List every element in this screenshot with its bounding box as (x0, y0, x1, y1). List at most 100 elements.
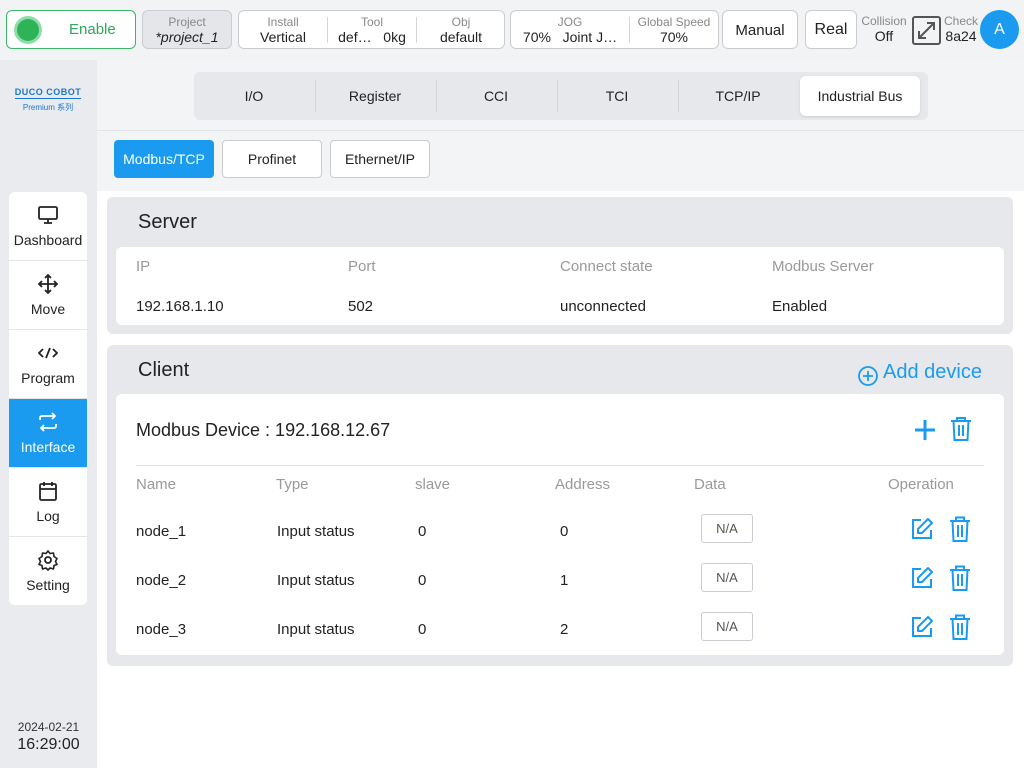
trash-icon[interactable] (948, 613, 972, 641)
tool-value: def… 0kg (328, 29, 416, 46)
table-row: node_3 Input status 0 2 N/A (116, 606, 1004, 655)
global-speed-cell[interactable]: Global Speed 70% (630, 11, 718, 46)
install-cell[interactable]: Install Vertical (239, 11, 327, 46)
tool-name: def… (338, 29, 372, 45)
logo: DUCO COBOT Premium 系列 (8, 82, 88, 113)
collision-label: Collision (861, 14, 907, 28)
table-row: node_1 Input status 0 0 N/A (116, 508, 1004, 557)
server-header-modbus-server: Modbus Server (772, 258, 874, 275)
sidebar-item-dashboard[interactable]: Dashboard (9, 192, 87, 261)
system-datetime: 2024-02-21 16:29:00 (0, 720, 97, 754)
sidebar-item-label: Interface (20, 439, 76, 455)
tab-tcp-ip[interactable]: TCP/IP (678, 76, 798, 116)
edit-icon[interactable] (909, 565, 935, 591)
server-ip-value: 192.168.1.10 (136, 298, 224, 315)
sidebar-item-label: Setting (26, 577, 70, 593)
sidebar-item-move[interactable]: Move (9, 261, 87, 330)
check-label: Check (943, 14, 978, 28)
tab-tci[interactable]: TCI (557, 76, 677, 116)
table-row: node_2 Input status 0 1 N/A (116, 557, 1004, 606)
project-value: *project_1 (155, 29, 219, 45)
subtab-modbus-tcp[interactable]: Modbus/TCP (114, 140, 214, 178)
install-tool-obj-panel[interactable]: Install Vertical Tool def… 0kg Obj defau… (238, 10, 505, 49)
jog-speed-panel[interactable]: JOG 70% Joint J… Global Speed 70% (510, 10, 719, 49)
jog-cell[interactable]: JOG 70% Joint J… (511, 11, 629, 46)
system-time: 16:29:00 (17, 736, 80, 753)
enable-label: Enable (69, 21, 116, 38)
manual-mode-button[interactable]: Manual (722, 10, 798, 49)
tab-register[interactable]: Register (315, 76, 435, 116)
sidebar-item-label: Program (21, 370, 75, 386)
col-header-slave: slave (415, 476, 451, 493)
server-info-card: IP Port Connect state Modbus Server 192.… (116, 247, 1004, 325)
project-selector[interactable]: Project *project_1 (142, 10, 232, 49)
node-address: 1 (560, 572, 569, 589)
tool-cell[interactable]: Tool def… 0kg (328, 11, 416, 46)
node-slave: 0 (418, 523, 427, 540)
server-title: Server (138, 211, 197, 233)
server-connect-state-value: unconnected (560, 298, 646, 315)
divider (136, 465, 984, 466)
gear-icon (9, 549, 87, 571)
global-speed-label: Global Speed (637, 15, 711, 29)
node-type: Input status (277, 572, 355, 589)
expand-icon[interactable] (912, 16, 941, 45)
node-data-value: N/A (701, 514, 753, 543)
server-header-port: Port (348, 258, 376, 275)
node-data-value: N/A (701, 563, 753, 592)
sidebar-item-program[interactable]: Program (9, 330, 87, 399)
node-name: node_2 (136, 572, 187, 589)
add-circle-icon (857, 365, 879, 387)
top-bar: Enable Project *project_1 Install Vertic… (0, 0, 1024, 60)
modbus-content: Server IP Port Connect state Modbus Serv… (97, 191, 1024, 768)
modbus-device-card: Modbus Device : 192.168.12.67 Name Type … (116, 394, 1004, 655)
col-header-data: Data (694, 476, 726, 493)
collision-status[interactable]: Collision Off (860, 14, 908, 45)
col-header-type: Type (276, 476, 309, 493)
node-address: 2 (560, 621, 569, 638)
tab-io[interactable]: I/O (194, 76, 314, 116)
node-slave: 0 (418, 572, 427, 589)
client-panel: Client Add device Modbus Device : 192.16… (107, 345, 1013, 666)
edit-icon[interactable] (909, 516, 935, 542)
check-status[interactable]: Check 8a24 (942, 14, 980, 45)
interface-tabs-bar: I/O Register CCI TCI TCP/IP Industrial B… (97, 60, 1024, 131)
trash-icon[interactable] (948, 515, 972, 543)
sidebar-item-interface[interactable]: Interface (9, 399, 87, 468)
sidebar-item-setting[interactable]: Setting (9, 537, 87, 605)
protocol-subtabs: Modbus/TCP Profinet Ethernet/IP (97, 131, 1024, 191)
sidebar-item-log[interactable]: Log (9, 468, 87, 537)
enable-button[interactable]: Enable (6, 10, 136, 49)
node-data-value: N/A (701, 612, 753, 641)
manual-mode-label: Manual (735, 22, 785, 39)
tab-industrial-bus[interactable]: Industrial Bus (800, 76, 920, 116)
subtab-profinet[interactable]: Profinet (222, 140, 322, 178)
sidebar-item-label: Dashboard (13, 232, 83, 248)
delete-device-trash-icon[interactable] (949, 416, 973, 442)
project-label: Project (168, 15, 206, 29)
node-type: Input status (277, 523, 355, 540)
obj-cell[interactable]: Obj default (417, 11, 505, 46)
logo-subtitle: Premium 系列 (22, 103, 74, 112)
add-node-plus-icon[interactable] (913, 418, 937, 442)
edit-icon[interactable] (909, 614, 935, 640)
server-modbus-server-value: Enabled (772, 298, 828, 315)
sidebar-item-label: Move (30, 301, 66, 317)
obj-label: Obj (451, 15, 471, 29)
trash-icon[interactable] (948, 564, 972, 592)
calendar-icon (9, 480, 87, 502)
node-address: 0 (560, 523, 569, 540)
real-mode-button[interactable]: Real (805, 10, 857, 49)
server-port-value: 502 (348, 298, 374, 315)
obj-value: default (439, 29, 483, 45)
device-title: Modbus Device : 192.168.12.67 (136, 420, 391, 440)
monitor-icon (9, 204, 87, 226)
jog-speed: 70% (522, 29, 551, 45)
global-speed-value: 70% (659, 29, 689, 45)
subtab-ethernet-ip[interactable]: Ethernet/IP (330, 140, 430, 178)
user-avatar[interactable]: A (980, 10, 1019, 49)
power-status-icon (17, 19, 39, 41)
tab-cci[interactable]: CCI (436, 76, 556, 116)
system-date: 2024-02-21 (17, 720, 80, 734)
node-type: Input status (277, 621, 355, 638)
